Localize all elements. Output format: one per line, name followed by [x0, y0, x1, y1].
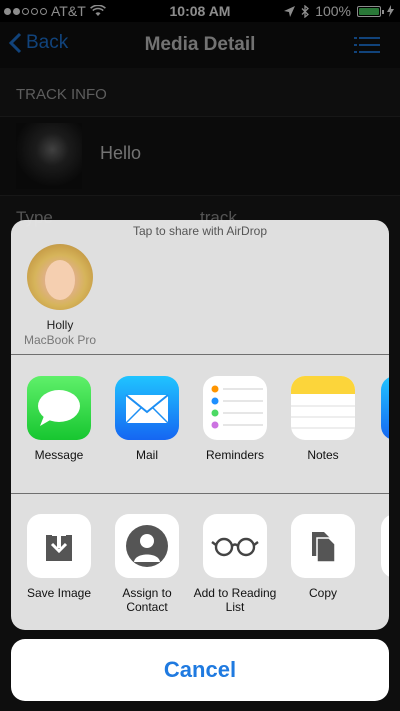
share-actions-row: Save Image Assign to Contact Add to Read…: [11, 514, 389, 624]
action-label: Copy: [308, 586, 337, 600]
notes-icon: [291, 376, 355, 440]
action-more[interactable]: [371, 514, 389, 578]
message-icon: [27, 376, 91, 440]
action-reading-list[interactable]: Add to Reading List: [193, 514, 277, 614]
contact-device: MacBook Pro: [23, 333, 97, 347]
mail-icon: [115, 376, 179, 440]
action-copy[interactable]: Copy: [281, 514, 365, 600]
share-app-notes[interactable]: Notes: [281, 376, 365, 462]
contact-name: Holly: [46, 318, 74, 332]
cancel-button[interactable]: Cancel: [11, 639, 389, 701]
share-app-message[interactable]: Message: [17, 376, 101, 462]
action-save-image[interactable]: Save Image: [17, 514, 101, 600]
share-app-more[interactable]: [371, 376, 389, 440]
share-app-label: Mail: [135, 448, 158, 462]
share-apps-row: Message Mail Reminders Notes: [11, 376, 389, 486]
action-label: Add to Reading List: [193, 586, 277, 614]
avatar: [27, 244, 93, 310]
divider: [11, 354, 389, 355]
more-action-icon: [381, 514, 389, 578]
action-label: Save Image: [26, 586, 92, 600]
share-app-label: Message: [34, 448, 84, 462]
airdrop-title: Tap to share with AirDrop: [132, 224, 268, 238]
action-assign-contact[interactable]: Assign to Contact: [105, 514, 189, 614]
share-app-label: Notes: [307, 448, 339, 462]
save-image-icon: [27, 514, 91, 578]
copy-icon: [291, 514, 355, 578]
action-label: Assign to Contact: [122, 586, 172, 614]
share-app-reminders[interactable]: Reminders: [193, 376, 277, 462]
divider: [11, 493, 389, 494]
reading-list-icon: [203, 514, 267, 578]
app-icon: [381, 376, 389, 440]
share-sheet: Tap to share with AirDrop Holly MacBook …: [11, 220, 389, 630]
share-app-label: Reminders: [205, 448, 265, 462]
assign-contact-icon: [115, 514, 179, 578]
share-app-mail[interactable]: Mail: [105, 376, 189, 462]
reminders-icon: [203, 376, 267, 440]
airdrop-contact[interactable]: Holly MacBook Pro: [19, 244, 101, 347]
